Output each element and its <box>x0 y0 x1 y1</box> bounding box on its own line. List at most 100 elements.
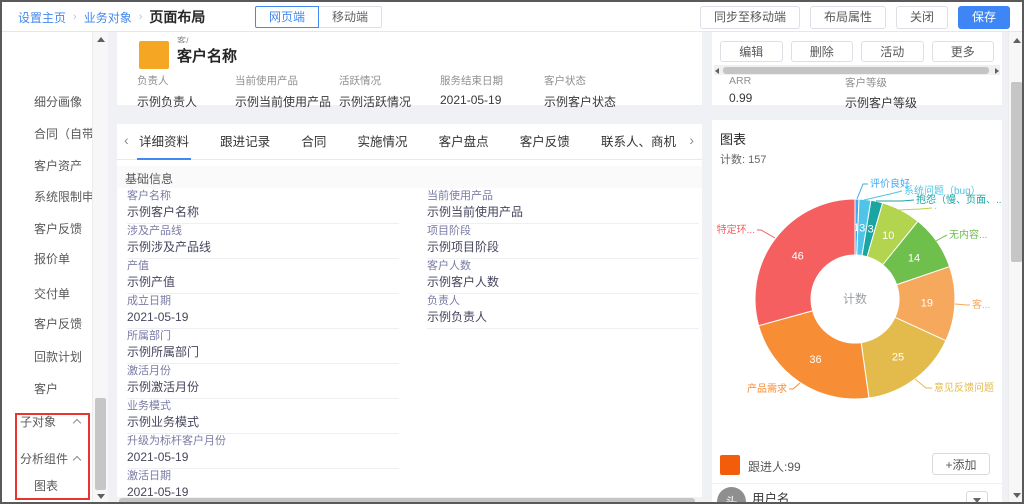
customer-name: 客户名称 <box>177 45 237 66</box>
arr-field: ARR 0.99 <box>729 75 752 105</box>
slice-value: 25 <box>892 352 904 364</box>
detail-field[interactable]: 激活月份示例激活月份 <box>127 365 399 400</box>
tab-5[interactable]: 客户盘点 <box>439 124 489 160</box>
toggle-web[interactable]: 网页端 <box>255 6 319 28</box>
slice-value: 14 <box>908 253 920 265</box>
field-label: 客户名称 <box>127 190 399 203</box>
field-value: 示例激活月份 <box>127 380 399 399</box>
field-value: 示例当前使用产品 <box>235 93 331 110</box>
sidebar-section-label: 分析组件 <box>20 452 68 466</box>
sync-to-mobile-button[interactable]: 同步至移动端 <box>700 6 800 29</box>
sidebar-scroll-thumb[interactable] <box>95 398 106 490</box>
breadcrumb-item[interactable]: 设置主页 <box>18 9 66 26</box>
field-label: 客户状态 <box>544 73 616 88</box>
customer-header-card: 客/ 客户名称 负责人示例负责人当前使用产品示例当前使用产品活跃情况示例活跃情况… <box>117 32 702 105</box>
scroll-up-icon[interactable] <box>1013 38 1021 43</box>
sidebar-section-analysis[interactable]: 分析组件 <box>20 449 100 469</box>
add-follower-button[interactable]: +添加 <box>932 453 990 475</box>
detail-field[interactable]: 涉及产品线示例涉及产品线 <box>127 225 399 260</box>
field-value: 2021-05-19 <box>127 310 399 329</box>
chart-panel: 图表 计数: 157 1评价良好3系统问题（bug）3抱怨（慢、页面、...10… <box>712 120 1002 504</box>
scroll-down-icon[interactable] <box>1013 493 1021 498</box>
slice-label: 意见反馈问题 <box>934 381 994 394</box>
scroll-right-icon[interactable] <box>995 68 999 74</box>
user-dropdown-button[interactable] <box>966 491 988 504</box>
view-toggle: 网页端 移动端 <box>255 6 382 28</box>
user-avatar: 头 <box>717 487 746 504</box>
detail-field[interactable]: 负责人示例负责人 <box>427 295 699 330</box>
tab-4[interactable]: 实施情况 <box>357 124 407 160</box>
detail-field[interactable]: 业务模式示例业务模式 <box>127 400 399 435</box>
delete-button[interactable]: 删除 <box>791 41 854 62</box>
field-value: 示例业务模式 <box>127 415 399 434</box>
detail-field[interactable]: 成立日期2021-05-19 <box>127 295 399 330</box>
detail-field[interactable]: 当前使用产品示例当前使用产品 <box>427 190 699 225</box>
chevron-up-icon <box>73 419 81 427</box>
tab-6[interactable]: 客户反馈 <box>520 124 570 160</box>
scroll-up-icon[interactable] <box>97 37 105 42</box>
detail-field[interactable]: 升级为标杆客户月份 2021-05-19 <box>127 435 399 470</box>
tab-3[interactable]: 合同 <box>301 124 326 160</box>
edit-button[interactable]: 编辑 <box>720 41 783 62</box>
donut-chart[interactable]: 1评价良好3系统问题（bug）3抱怨（慢、页面、...10·14无内容...19… <box>712 127 1002 457</box>
slice-value: 19 <box>921 298 933 310</box>
customer-level-field: 客户等级 示例客户等级 <box>845 75 917 111</box>
tab-7[interactable]: 联系人、商机 <box>601 124 676 160</box>
detail-field[interactable]: 激活日期2021-05-19 <box>127 470 399 498</box>
main-hscrollbar[interactable] <box>117 497 702 504</box>
field-label: 激活日期 <box>127 470 399 483</box>
layout-properties-button[interactable]: 布局属性 <box>810 6 886 29</box>
slice-value: 3 <box>859 222 865 234</box>
right-scroll-thumb[interactable] <box>1011 82 1022 262</box>
field-value: 示例活跃情况 <box>339 93 411 110</box>
followers-icon <box>720 455 740 475</box>
more-button[interactable]: 更多 <box>932 41 995 62</box>
tab-1[interactable]: 详细资料 <box>139 124 189 160</box>
fields-column-left: 客户名称示例客户名称涉及产品线示例涉及产品线产值示例产值成立日期2021-05-… <box>127 190 399 498</box>
record-card-hscrollbar[interactable] <box>714 65 1000 75</box>
callout-line <box>757 230 775 238</box>
customer-field: 活跃情况示例活跃情况 <box>339 73 411 110</box>
callout-line <box>857 184 868 199</box>
activity-button[interactable]: 活动 <box>861 41 924 62</box>
field-value: 示例项目阶段 <box>427 240 699 259</box>
tabs: 详细资料跟进记录合同实施情况客户盘点客户反馈联系人、商机 <box>139 124 676 160</box>
field-label: 客户等级 <box>845 75 917 90</box>
detail-field[interactable]: 所属部门示例所属部门 <box>127 330 399 365</box>
sidebar-scrollbar[interactable] <box>92 32 108 504</box>
save-button[interactable]: 保存 <box>958 6 1010 29</box>
field-label: 负责人 <box>137 73 197 88</box>
tab-scroll-right-icon[interactable]: › <box>689 132 694 148</box>
hscroll-thumb[interactable] <box>723 67 989 74</box>
scroll-left-icon[interactable] <box>715 68 719 74</box>
scroll-down-icon[interactable] <box>97 494 105 499</box>
detail-field[interactable]: 客户名称示例客户名称 <box>127 190 399 225</box>
customer-field: 当前使用产品示例当前使用产品 <box>235 73 331 110</box>
callout-line <box>955 304 970 305</box>
callout-line <box>915 379 932 388</box>
field-value: 示例当前使用产品 <box>427 205 699 224</box>
field-label: 激活月份 <box>127 365 399 378</box>
chevron-right-icon: › <box>139 11 143 23</box>
user-name: 用户名 <box>752 488 790 504</box>
tab-2[interactable]: 跟进记录 <box>220 124 270 160</box>
detail-field[interactable]: 客户人数示例客户人数 <box>427 260 699 295</box>
close-button[interactable]: 关闭 <box>896 6 948 29</box>
breadcrumb-item[interactable]: 业务对象 <box>84 9 132 26</box>
divider <box>712 483 1002 484</box>
tab-scroll-left-icon[interactable]: ‹ <box>124 132 129 148</box>
detail-field[interactable]: 项目阶段示例项目阶段 <box>427 225 699 260</box>
customer-field: 客户状态示例客户状态 <box>544 73 616 110</box>
right-scrollbar[interactable] <box>1008 32 1024 504</box>
pie-slice[interactable] <box>755 199 855 326</box>
field-value: 示例客户人数 <box>427 275 699 294</box>
field-value: 2021-05-19 <box>127 450 399 469</box>
field-label: ARR <box>729 75 752 87</box>
detail-field[interactable]: 产值示例产值 <box>127 260 399 295</box>
field-value: 示例所属部门 <box>127 345 399 364</box>
field-value: 0.99 <box>729 91 752 105</box>
hscroll-thumb[interactable] <box>119 498 695 504</box>
sidebar-section-sub-objects[interactable]: 子对象 <box>20 412 100 432</box>
field-label: 升级为标杆客户月份 <box>127 435 399 448</box>
toggle-mobile[interactable]: 移动端 <box>318 6 382 28</box>
